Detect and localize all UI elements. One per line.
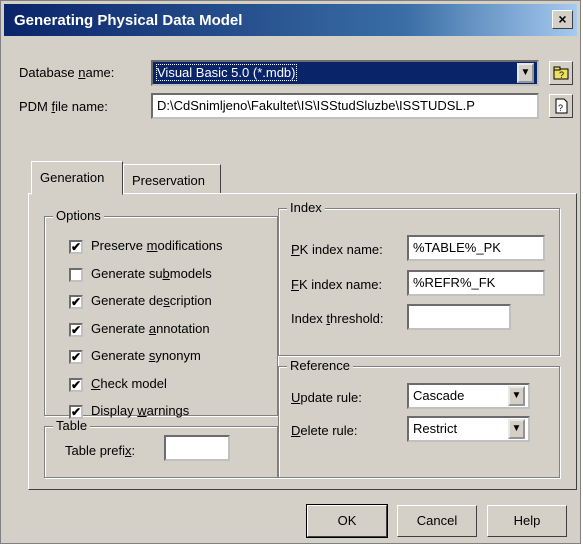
option-label: Check model: [91, 375, 167, 391]
database-name-combo[interactable]: Visual Basic 5.0 (*.mdb): [151, 60, 539, 86]
close-icon: ×: [558, 11, 567, 27]
delete-rule-label: Delete rule:: [291, 423, 358, 438]
fk-index-name-label: FK index name:: [291, 277, 383, 292]
chevron-down-icon: ▼: [511, 390, 522, 401]
file-icon: ?: [555, 98, 568, 114]
pdm-file-name-input[interactable]: D:\CdSnimljeno\Fakultet\IS\ISStudSluzbe\…: [151, 93, 539, 119]
database-name-label: Database name:: [19, 65, 115, 80]
table-legend: Table: [53, 418, 91, 433]
option-label: Generate annotation: [91, 320, 210, 336]
reference-legend: Reference: [287, 358, 353, 373]
pdm-file-name-value: D:\CdSnimljeno\Fakultet\IS\ISStudSluzbe\…: [157, 98, 475, 113]
index-threshold-input[interactable]: [407, 304, 511, 330]
option-checkbox[interactable]: [69, 267, 83, 282]
tab-preservation[interactable]: Preservation: [123, 164, 221, 194]
cancel-button[interactable]: Cancel: [397, 505, 477, 537]
svg-text:?: ?: [558, 103, 563, 113]
database-dropdown-arrow[interactable]: ▼: [517, 63, 534, 83]
ok-button[interactable]: OK: [306, 504, 388, 538]
option-label: Generate submodels: [91, 265, 212, 281]
option-label: Generate description: [91, 293, 212, 308]
table-prefix-label: Table prefix:: [65, 443, 136, 458]
folder-icon: ?: [553, 66, 569, 80]
database-name-value: Visual Basic 5.0 (*.mdb): [156, 64, 297, 81]
option-checkbox[interactable]: ✔: [69, 240, 83, 254]
option-label: Display warnings: [91, 403, 190, 418]
option-checkbox[interactable]: ✔: [69, 350, 83, 364]
browse-database-button[interactable]: ?: [549, 61, 573, 85]
option-checkbox[interactable]: ✔: [69, 377, 83, 392]
title-bar[interactable]: Generating Physical Data Model ×: [4, 4, 577, 36]
chevron-down-icon: ▼: [511, 423, 522, 434]
generation-tab-panel: Options Table Table prefix: Index PK ind…: [28, 193, 577, 490]
delete-rule-dropdown-arrow[interactable]: ▼: [508, 419, 525, 439]
browse-pdm-button[interactable]: ?: [549, 94, 573, 118]
pk-index-name-label: PK index name:: [291, 242, 383, 257]
index-threshold-label: Index threshold:: [291, 311, 384, 326]
generating-pdm-dialog: Generating Physical Data Model × Databas…: [0, 0, 581, 544]
help-button[interactable]: Help: [487, 505, 567, 537]
fk-index-name-input[interactable]: %REFR%_FK: [407, 270, 545, 296]
option-label: Preserve modifications: [91, 238, 223, 253]
update-rule-dropdown-arrow[interactable]: ▼: [508, 386, 525, 406]
window-title: Generating Physical Data Model: [14, 12, 243, 29]
pdm-file-name-label: PDM file name:: [19, 99, 108, 114]
close-button[interactable]: ×: [552, 10, 573, 29]
pk-index-name-input[interactable]: %TABLE%_PK: [407, 235, 545, 261]
svg-text:?: ?: [559, 70, 564, 80]
option-checkbox[interactable]: ✔: [69, 295, 83, 309]
chevron-down-icon: ▼: [520, 67, 531, 78]
table-prefix-input[interactable]: [164, 435, 230, 461]
index-legend: Index: [287, 200, 325, 215]
option-label: Generate synonym: [91, 348, 201, 363]
tab-generation[interactable]: Generation: [31, 161, 123, 195]
options-legend: Options: [53, 208, 104, 223]
option-checkbox[interactable]: ✔: [69, 405, 83, 419]
update-rule-label: Update rule:: [291, 390, 362, 405]
option-checkbox[interactable]: ✔: [69, 322, 83, 337]
